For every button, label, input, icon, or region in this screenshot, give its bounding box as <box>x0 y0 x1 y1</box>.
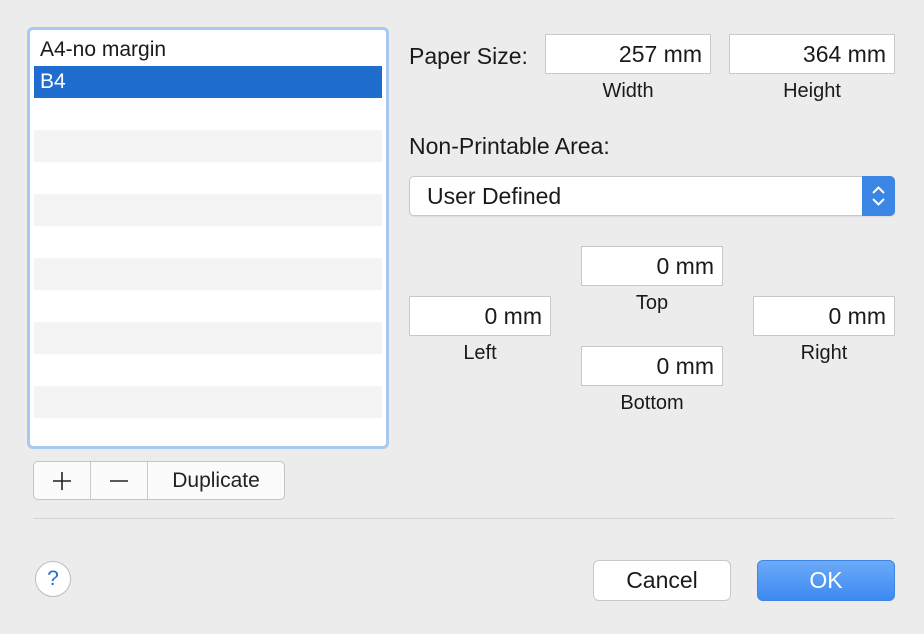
popup-selected-value: User Defined <box>427 183 562 209</box>
bottom-margin-field[interactable]: 0 mm <box>581 346 723 386</box>
popup-arrows[interactable] <box>862 176 895 216</box>
right-caption: Right <box>800 342 848 364</box>
cancel-button[interactable]: Cancel <box>593 560 731 601</box>
non-printable-area-label: Non-Printable Area: <box>409 133 610 159</box>
list-item[interactable]: A4-no margin <box>34 34 382 66</box>
empty-row <box>34 194 382 226</box>
top-margin-field[interactable]: 0 mm <box>581 246 723 286</box>
paper-size-list[interactable]: A4-no margin B4 <box>27 27 389 449</box>
width-field[interactable]: 257 mm <box>545 34 711 74</box>
empty-row <box>34 354 382 386</box>
height-caption: Height <box>783 80 841 102</box>
empty-row <box>34 386 382 418</box>
empty-row <box>34 322 382 354</box>
empty-row <box>34 226 382 258</box>
bottom-caption: Bottom <box>620 392 684 414</box>
empty-row <box>34 258 382 290</box>
non-printable-area-popup[interactable]: User Defined <box>409 176 895 216</box>
left-caption: Left <box>463 342 497 364</box>
height-field[interactable]: 364 mm <box>729 34 895 74</box>
left-margin-field[interactable]: 0 mm <box>409 296 551 336</box>
paper-size-label: Paper Size: <box>409 43 528 69</box>
list-item-label: B4 <box>40 70 66 93</box>
empty-row <box>34 162 382 194</box>
help-button[interactable]: ? <box>35 561 71 597</box>
chevron-up-down-icon <box>872 186 885 206</box>
divider <box>33 518 895 519</box>
list-item-label: A4-no margin <box>40 38 167 61</box>
empty-row <box>34 130 382 162</box>
minus-icon <box>110 479 128 482</box>
list-action-buttons: Duplicate <box>33 461 285 500</box>
empty-row <box>34 98 382 130</box>
top-caption: Top <box>635 292 669 314</box>
list-item-selected[interactable]: B4 <box>34 66 382 98</box>
duplicate-button[interactable]: Duplicate <box>148 462 284 499</box>
width-caption: Width <box>602 80 654 102</box>
right-margin-field[interactable]: 0 mm <box>753 296 895 336</box>
empty-row <box>34 290 382 322</box>
ok-button[interactable]: OK <box>757 560 895 601</box>
remove-button[interactable] <box>91 462 148 499</box>
empty-row <box>34 418 382 442</box>
plus-icon <box>53 471 71 490</box>
add-button[interactable] <box>34 462 91 499</box>
